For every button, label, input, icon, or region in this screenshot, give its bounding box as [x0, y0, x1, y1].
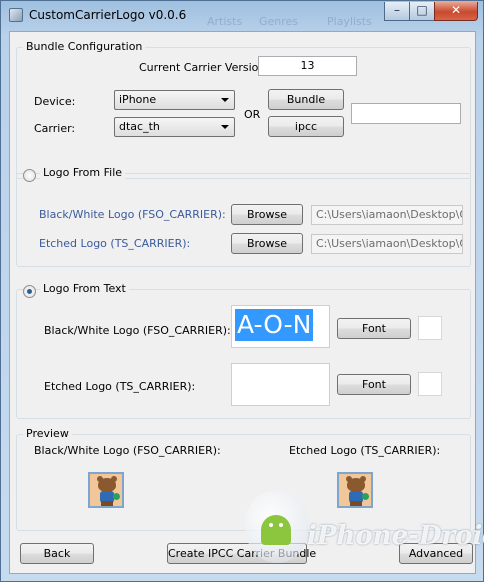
bundle-path-field[interactable] [351, 103, 461, 124]
title-bar[interactable]: CustomCarrierLogo v0.0.6 Artists Genres … [1, 1, 483, 29]
advanced-button[interactable]: Advanced [399, 543, 473, 564]
logo-from-text-group: Logo From Text Black/White Logo (FSO_CAR… [16, 282, 471, 419]
logo-from-file-label: Logo From File [40, 166, 126, 179]
preview-etched-label: Etched Logo (TS_CARRIER): [289, 444, 441, 457]
bw-logo-preview-image [88, 472, 124, 508]
device-value: iPhone [119, 93, 157, 106]
logo-from-text-radio[interactable] [23, 285, 36, 298]
file-bw-logo-label: Black/White Logo (FSO_CARRIER): [39, 208, 226, 221]
create-ipcc-button[interactable]: Create IPCC Carrier Bundle [167, 543, 316, 564]
carrier-version-label: Current Carrier Version: [139, 61, 270, 74]
client-area: Bundle Configuration Current Carrier Ver… [9, 31, 476, 574]
bw-logo-text-selection: A-O-N [235, 309, 314, 341]
carrier-label: Carrier: [34, 122, 76, 135]
minimize-button[interactable]: – [384, 2, 410, 21]
ghost-menu-item: Playlists [327, 15, 372, 28]
text-bw-logo-label: Black/White Logo (FSO_CARRIER): [44, 324, 231, 337]
ghost-menu-item: Genres [259, 15, 299, 28]
preview-bw-label: Black/White Logo (FSO_CARRIER): [34, 444, 221, 457]
bw-font-button[interactable]: Font [337, 318, 411, 339]
etched-logo-text-field[interactable] [231, 363, 330, 406]
etched-path-field: C:\Users\iamaon\Desktop\Orig [311, 234, 463, 254]
or-label: OR [244, 108, 261, 121]
maximize-icon: □ [416, 3, 428, 17]
carrier-value: dtac_th [119, 120, 160, 133]
logo-from-file-radio[interactable] [23, 169, 36, 182]
browse-etched-button[interactable]: Browse [231, 233, 303, 254]
app-icon [9, 8, 23, 22]
etched-logo-preview-image [337, 472, 373, 508]
close-icon: ✕ [450, 3, 462, 17]
window-title: CustomCarrierLogo v0.0.6 [29, 8, 187, 22]
ghost-menu-item: Artists [207, 15, 243, 28]
app-window: CustomCarrierLogo v0.0.6 Artists Genres … [0, 0, 484, 582]
bundle-config-legend: Bundle Configuration [23, 40, 146, 53]
carrier-version-field[interactable]: 13 [258, 56, 357, 76]
logo-from-text-label: Logo From Text [40, 282, 129, 295]
etched-color-swatch[interactable] [418, 372, 442, 396]
minimize-icon: – [394, 3, 400, 17]
etched-font-button[interactable]: Font [337, 374, 411, 395]
device-select[interactable]: iPhone [114, 90, 235, 110]
text-etched-logo-label: Etched Logo (TS_CARRIER): [44, 380, 196, 393]
file-etched-logo-label: Etched Logo (TS_CARRIER): [39, 237, 191, 250]
chevron-down-icon [221, 125, 229, 129]
carrier-select[interactable]: dtac_th [114, 117, 235, 137]
preview-group: Preview Black/White Logo (FSO_CARRIER): … [16, 427, 471, 531]
logo-from-file-group: Logo From File Black/White Logo (FSO_CAR… [16, 166, 471, 267]
browse-bw-button[interactable]: Browse [231, 204, 303, 225]
chevron-down-icon [221, 98, 229, 102]
bw-path-field: C:\Users\iamaon\Desktop\Orig [311, 205, 463, 225]
back-button[interactable]: Back [20, 543, 94, 564]
maximize-button[interactable]: □ [409, 2, 435, 21]
bundle-button[interactable]: Bundle [268, 89, 344, 110]
ipcc-button[interactable]: ipcc [268, 116, 344, 137]
close-button[interactable]: ✕ [434, 2, 478, 21]
device-label: Device: [34, 95, 76, 108]
bw-color-swatch[interactable] [418, 316, 442, 340]
preview-legend: Preview [23, 427, 72, 440]
bw-logo-text-field[interactable]: A-O-N [231, 305, 330, 348]
bundle-config-group: Bundle Configuration Current Carrier Ver… [16, 40, 471, 179]
